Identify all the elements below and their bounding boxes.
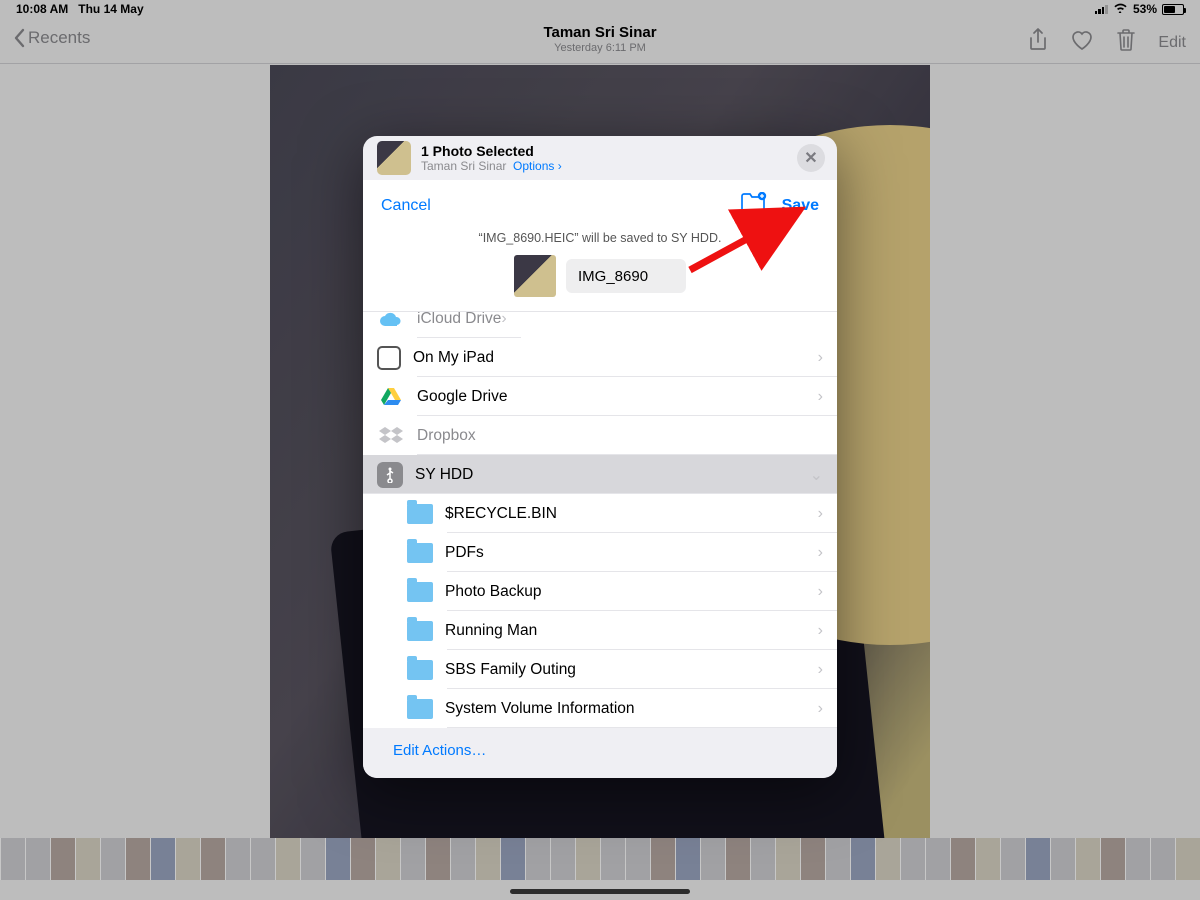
folder-row[interactable]: Running Man›	[363, 611, 837, 650]
save-message: “IMG_8690.HEIC” will be saved to SY HDD.	[363, 225, 837, 255]
location-label: Dropbox	[405, 427, 823, 445]
chevron-right-icon: ›	[818, 583, 823, 601]
dropbox-icon	[377, 422, 405, 450]
chevron-right-icon: ›	[818, 700, 823, 718]
folder-label: Photo Backup	[433, 583, 818, 601]
chevron-right-icon: ›	[818, 622, 823, 640]
cellular-icon	[1095, 4, 1108, 14]
share-subtitle: Taman Sri Sinar	[421, 159, 506, 173]
folder-label: System Volume Information	[433, 700, 818, 718]
chevron-down-icon: ⌄	[810, 465, 823, 485]
sheet-footer: Edit Actions…	[363, 728, 837, 778]
status-bar: 10:08 AM Thu 14 May 53%	[0, 0, 1200, 18]
folder-label: $RECYCLE.BIN	[433, 505, 818, 523]
share-header: 1 Photo Selected Taman Sri Sinar Options…	[363, 136, 837, 180]
edit-button[interactable]: Edit	[1158, 34, 1186, 52]
cancel-button[interactable]: Cancel	[381, 197, 431, 215]
folder-label: Running Man	[433, 622, 818, 640]
new-folder-icon[interactable]	[740, 192, 768, 219]
chevron-right-icon: ›	[501, 312, 506, 328]
home-indicator[interactable]	[510, 889, 690, 894]
wifi-icon	[1113, 2, 1128, 16]
folder-row[interactable]: System Volume Information›	[363, 689, 837, 728]
save-button[interactable]: Save	[782, 197, 819, 215]
location-google-drive[interactable]: Google Drive ›	[363, 377, 837, 416]
share-title: 1 Photo Selected	[421, 143, 562, 159]
folder-icon	[407, 504, 433, 524]
folder-icon	[407, 582, 433, 602]
share-sheet: 1 Photo Selected Taman Sri Sinar Options…	[363, 136, 837, 778]
location-on-my-ipad[interactable]: On My iPad ›	[363, 338, 837, 377]
save-panel: Cancel Save “IMG_8690.HEIC” will be save…	[363, 180, 837, 728]
favorite-icon[interactable]	[1070, 29, 1094, 56]
chevron-right-icon: ›	[818, 349, 823, 367]
edit-actions-link[interactable]: Edit Actions…	[393, 742, 486, 759]
folder-label: SBS Family Outing	[433, 661, 818, 679]
chevron-right-icon: ›	[818, 661, 823, 679]
status-right: 53%	[1095, 2, 1184, 16]
folder-icon	[407, 543, 433, 563]
battery-icon	[1162, 4, 1184, 15]
share-icon[interactable]	[1028, 28, 1048, 57]
status-time: 10:08 AM	[16, 2, 68, 16]
location-label: SY HDD	[403, 466, 810, 484]
location-sy-hdd[interactable]: SY HDD ⌄	[363, 455, 837, 494]
folder-label: PDFs	[433, 544, 818, 562]
location-label: On My iPad	[401, 349, 818, 367]
chevron-right-icon: ›	[818, 505, 823, 523]
file-thumbnail	[514, 255, 556, 297]
location-icloud[interactable]: iCloud Drive ›	[363, 312, 521, 338]
share-thumbnail	[377, 141, 411, 175]
ipad-icon	[377, 346, 401, 370]
folder-icon	[407, 660, 433, 680]
filename-input[interactable]	[566, 259, 686, 293]
folder-icon	[407, 621, 433, 641]
status-left: 10:08 AM Thu 14 May	[16, 2, 144, 16]
trash-icon[interactable]	[1116, 28, 1136, 57]
nav-subtitle: Yesterday 6:11 PM	[0, 42, 1200, 54]
photos-nav-bar: Recents Taman Sri Sinar Yesterday 6:11 P…	[0, 18, 1200, 64]
battery-percent: 53%	[1133, 2, 1157, 16]
location-label: iCloud Drive	[405, 312, 501, 328]
options-link[interactable]: Options ›	[513, 159, 562, 173]
thumbnail-strip[interactable]	[0, 838, 1200, 880]
google-drive-icon	[377, 383, 405, 411]
chevron-right-icon: ›	[818, 388, 823, 406]
close-button[interactable]: ✕	[797, 144, 825, 172]
nav-title: Taman Sri Sinar	[0, 24, 1200, 41]
icloud-icon	[377, 312, 405, 333]
folder-row[interactable]: $RECYCLE.BIN›	[363, 494, 837, 533]
usb-drive-icon	[377, 462, 403, 488]
folder-row[interactable]: Photo Backup›	[363, 572, 837, 611]
location-label: Google Drive	[405, 388, 818, 406]
location-dropbox[interactable]: Dropbox	[363, 416, 837, 455]
status-date: Thu 14 May	[78, 2, 143, 16]
locations-list: iCloud Drive › On My iPad › Google Drive…	[363, 311, 837, 728]
folder-row[interactable]: PDFs›	[363, 533, 837, 572]
chevron-right-icon: ›	[818, 544, 823, 562]
folder-row[interactable]: SBS Family Outing›	[363, 650, 837, 689]
folder-icon	[407, 699, 433, 719]
